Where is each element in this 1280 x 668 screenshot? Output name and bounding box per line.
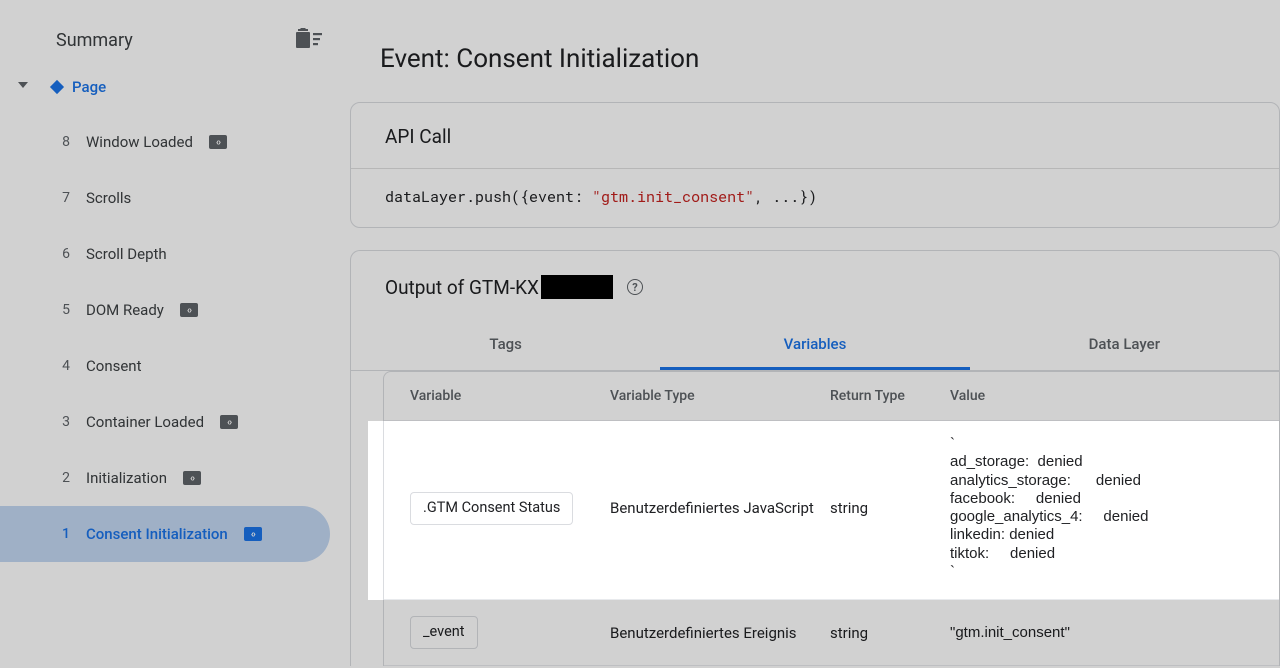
event-index: 4 [56, 358, 70, 374]
sidebar-event-item[interactable]: 8 Window Loaded [0, 114, 330, 170]
sidebar-event-item[interactable]: 5 DOM Ready [0, 282, 330, 338]
sidebar-event-item[interactable]: 7 Scrolls [0, 170, 330, 226]
code-icon [220, 415, 238, 429]
table-row: _event Benutzerdefiniertes Ereignisstring… [384, 600, 1279, 666]
output-heading: Output of GTM-KX ? [351, 251, 1279, 303]
variable-name-chip[interactable]: .GTM Consent Status [410, 492, 573, 525]
code-icon [244, 527, 262, 541]
output-card: Output of GTM-KX ? TagsVariablesData Lay… [350, 250, 1280, 666]
page-root-label: Page [72, 78, 106, 96]
code-icon [180, 303, 198, 317]
event-index: 6 [56, 246, 70, 262]
code-icon [209, 135, 227, 149]
tab-variables[interactable]: Variables [660, 321, 969, 370]
clear-all-icon[interactable] [296, 28, 322, 52]
sidebar-event-item[interactable]: 2 Initialization [0, 450, 330, 506]
chevron-down-icon [18, 82, 28, 92]
event-label: Scroll Depth [86, 245, 167, 263]
variable-value: ` ad_storage: denied analytics_storage: … [950, 435, 1275, 581]
table-row: .GTM Consent Status Benutzerdefiniertes J… [384, 421, 1279, 600]
return-type: string [830, 499, 950, 517]
event-heading: Event: Consent Initialization [380, 44, 1280, 74]
event-index: 7 [56, 190, 70, 206]
variables-table-header: Variable Variable Type Return Type Value [384, 372, 1279, 421]
event-label: Scrolls [86, 189, 131, 207]
event-index: 8 [56, 134, 70, 150]
event-index: 5 [56, 302, 70, 318]
variable-value: gtm.init_consent [950, 624, 1275, 642]
event-label: Initialization [86, 469, 167, 487]
variables-table: Variable Variable Type Return Type Value… [383, 371, 1279, 666]
sidebar-event-item[interactable]: 1 Consent Initialization [0, 506, 330, 562]
event-index: 3 [56, 414, 70, 430]
sidebar-event-item[interactable]: 4 Consent [0, 338, 330, 394]
sidebar: Summary Page 8 Window Loaded 7 Scrolls 6 Scro… [0, 0, 350, 668]
event-index: 2 [56, 470, 70, 486]
event-label: Window Loaded [86, 133, 193, 151]
event-label: Consent Initialization [86, 525, 228, 543]
help-icon[interactable]: ? [627, 279, 643, 295]
sidebar-title: Summary [56, 30, 133, 51]
sidebar-event-item[interactable]: 6 Scroll Depth [0, 226, 330, 282]
tab-tags[interactable]: Tags [351, 321, 660, 370]
event-index: 1 [56, 526, 70, 542]
api-call-code: dataLayer.push({event: "gtm.init_consent… [351, 169, 1279, 227]
event-label: Consent [86, 357, 142, 375]
variable-name-chip[interactable]: _event [410, 616, 478, 649]
tab-data-layer[interactable]: Data Layer [970, 321, 1279, 370]
page-diamond-icon [50, 80, 64, 94]
variable-type: Benutzerdefiniertes JavaScript [610, 499, 830, 517]
variable-type: Benutzerdefiniertes Ereignis [610, 624, 830, 642]
event-label: Container Loaded [86, 413, 204, 431]
event-label: DOM Ready [86, 301, 164, 319]
main-panel: Event: Consent Initialization API Call d… [350, 0, 1280, 668]
api-call-card: API Call dataLayer.push({event: "gtm.ini… [350, 102, 1280, 228]
return-type: string [830, 624, 950, 642]
sidebar-event-item[interactable]: 3 Container Loaded [0, 394, 330, 450]
api-call-heading: API Call [351, 103, 1279, 169]
redacted-container-id [541, 275, 613, 299]
code-icon [183, 471, 201, 485]
sidebar-tree-root[interactable]: Page [0, 74, 350, 100]
output-tabs: TagsVariablesData Layer [351, 321, 1279, 371]
